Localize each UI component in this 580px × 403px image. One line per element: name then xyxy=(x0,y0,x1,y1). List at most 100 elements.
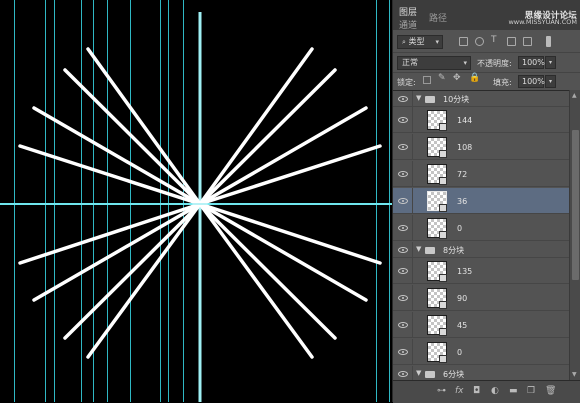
scroll-thumb[interactable] xyxy=(572,130,579,280)
panel-tabs: 图层 通道 路径 思缘设计论坛 www.MISSYUAN.COM xyxy=(393,0,580,31)
eye-icon[interactable] xyxy=(398,371,408,377)
blend-mode-value: 正常 xyxy=(402,58,418,67)
lock-transparent-icon[interactable] xyxy=(423,76,431,84)
smart-object-icon xyxy=(439,177,447,185)
layer-row[interactable]: 45 xyxy=(393,312,569,338)
row-divider xyxy=(412,312,413,337)
tab-paths[interactable]: 路径 xyxy=(429,11,447,24)
layer-row[interactable]: 108 xyxy=(393,134,569,160)
eye-icon[interactable] xyxy=(398,349,408,355)
layer-row[interactable]: 144 xyxy=(393,107,569,133)
layer-name: 135 xyxy=(457,267,473,276)
eye-icon[interactable] xyxy=(398,247,408,253)
fill-spin-icon[interactable]: ▾ xyxy=(545,75,556,88)
layer-row[interactable]: 0 xyxy=(393,215,569,241)
scroll-up-icon[interactable]: ▲ xyxy=(572,92,577,99)
eye-icon[interactable] xyxy=(398,117,408,123)
filter-kind-dropdown[interactable]: ⌕ 类型 ▾ xyxy=(397,35,443,49)
folder-icon xyxy=(425,371,435,378)
eye-icon[interactable] xyxy=(398,322,408,328)
smart-object-icon xyxy=(439,204,447,212)
layer-name: 144 xyxy=(457,116,473,125)
smart-object-icon xyxy=(439,355,447,363)
mask-icon[interactable]: ◘ xyxy=(473,386,480,396)
eye-icon[interactable] xyxy=(398,171,408,177)
smartobject-filter-icon[interactable] xyxy=(523,37,532,46)
layer-row[interactable]: 135 xyxy=(393,258,569,284)
layer-name: 72 xyxy=(457,170,468,179)
burst-line xyxy=(198,47,314,206)
layer-row[interactable]: 72 xyxy=(393,161,569,187)
chevron-down-icon: ▾ xyxy=(435,38,439,46)
layer-filter-row: ⌕ 类型 ▾ xyxy=(393,30,580,52)
layer-name: 90 xyxy=(457,294,468,303)
group-name: 8分块 xyxy=(443,246,465,255)
opacity-spin-icon[interactable]: ▾ xyxy=(545,56,556,69)
watermark-site: www.MISSYUAN.COM xyxy=(508,18,577,26)
layer-group-row[interactable]: ▼ 10分块 xyxy=(393,91,569,107)
canvas-artwork xyxy=(0,0,392,402)
layer-name: 36 xyxy=(457,197,468,206)
eye-icon[interactable] xyxy=(398,198,408,204)
row-divider xyxy=(412,161,413,186)
filter-toggle-icon[interactable] xyxy=(546,36,551,47)
eye-icon[interactable] xyxy=(398,268,408,274)
layer-name: 108 xyxy=(457,143,473,152)
link-icon[interactable]: ⊶ xyxy=(437,386,446,396)
layer-name: 0 xyxy=(457,348,463,357)
layers-scrollbar[interactable]: ▲ ▼ xyxy=(569,90,580,380)
fx-icon[interactable]: fx xyxy=(455,386,464,396)
layer-group-row[interactable]: ▼ 8分块 xyxy=(393,242,569,258)
eye-icon[interactable] xyxy=(398,295,408,301)
lock-paint-icon[interactable]: ✎ xyxy=(438,73,446,83)
eye-icon[interactable] xyxy=(398,225,408,231)
smart-object-icon xyxy=(439,150,447,158)
layer-group-row[interactable]: ▼ 6分块 xyxy=(393,366,569,381)
lock-all-icon[interactable]: 🔒 xyxy=(469,73,480,83)
smart-object-icon xyxy=(439,231,447,239)
lock-move-icon[interactable]: ✥ xyxy=(453,73,461,83)
row-divider xyxy=(412,134,413,159)
row-divider xyxy=(412,242,413,257)
folder-icon xyxy=(425,96,435,103)
folder-icon xyxy=(425,247,435,254)
trash-icon[interactable]: 🗑 xyxy=(545,386,556,396)
expand-triangle-icon[interactable]: ▼ xyxy=(416,94,421,102)
tab-layers[interactable]: 图层 xyxy=(399,5,417,18)
row-divider xyxy=(412,339,413,364)
layers-list: ▼ 10分块 144 108 72 36 0 ▼ 8分块 135 90 45 0 ▼ 6分块 xyxy=(393,90,569,381)
scroll-down-icon[interactable]: ▼ xyxy=(572,371,577,378)
smart-object-icon xyxy=(439,274,447,282)
expand-triangle-icon[interactable]: ▼ xyxy=(416,369,421,377)
row-divider xyxy=(412,366,413,381)
layer-row[interactable]: 36 xyxy=(393,188,569,214)
blend-mode-dropdown[interactable]: 正常 ▾ xyxy=(397,56,471,70)
expand-triangle-icon[interactable]: ▼ xyxy=(416,245,421,253)
eye-icon[interactable] xyxy=(398,144,408,150)
lock-row: 锁定: 填充: 100% ▾ xyxy=(393,72,580,91)
row-divider xyxy=(412,258,413,283)
search-icon: ⌕ xyxy=(402,38,406,46)
layer-row[interactable]: 0 xyxy=(393,339,569,365)
eye-icon[interactable] xyxy=(398,96,408,102)
blend-row: 正常 ▾ 不透明度: 100% ▾ xyxy=(393,52,580,73)
folder-icon[interactable]: ▬ xyxy=(509,386,518,396)
adjustment-icon[interactable]: ◐ xyxy=(491,386,499,396)
shape-filter-icon[interactable] xyxy=(507,37,516,46)
opacity-input[interactable]: 100% xyxy=(518,56,545,69)
layers-panel: 图层 通道 路径 思缘设计论坛 www.MISSYUAN.COM ⌕ 类型 ▾ … xyxy=(392,0,580,403)
pixel-filter-icon[interactable] xyxy=(459,37,468,46)
fill-input[interactable]: 100% xyxy=(518,75,545,88)
type-filter-icon[interactable]: T xyxy=(491,35,500,45)
row-divider xyxy=(412,91,413,106)
new-layer-icon[interactable]: ❐ xyxy=(527,386,535,396)
layer-name: 0 xyxy=(457,224,463,233)
row-divider xyxy=(412,188,413,213)
burst-line xyxy=(198,202,314,359)
smart-object-icon xyxy=(439,328,447,336)
fill-label: 填充: xyxy=(493,78,512,87)
document-canvas[interactable] xyxy=(0,0,392,402)
layer-name: 45 xyxy=(457,321,468,330)
layer-row[interactable]: 90 xyxy=(393,285,569,311)
adjustment-filter-icon[interactable] xyxy=(475,37,484,46)
